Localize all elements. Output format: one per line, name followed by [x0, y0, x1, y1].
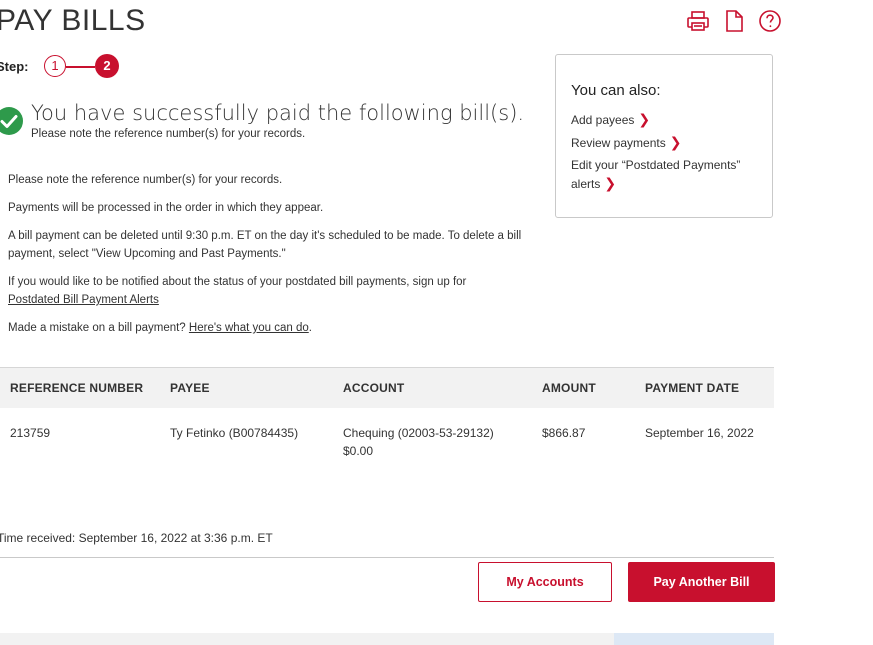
chevron-right-icon: ❯ [604, 175, 617, 191]
heres-what-you-can-do-link[interactable]: Here's what you can do [189, 322, 309, 334]
success-check-icon [0, 106, 24, 136]
divider [0, 557, 774, 558]
help-icon[interactable] [758, 9, 782, 33]
postdated-alerts-link[interactable]: Postdated Bill Payment Alerts [8, 294, 159, 306]
step-1-indicator: 1 [44, 55, 66, 77]
step-2-indicator-active: 2 [95, 54, 119, 78]
add-payees-label: Add payees [571, 113, 635, 127]
pay-another-bill-button[interactable]: Pay Another Bill [628, 562, 775, 602]
info-mistake-period: . [308, 322, 312, 334]
document-icon[interactable] [722, 9, 746, 33]
step-connector [66, 66, 95, 68]
cell-account-balance: $0.00 [343, 444, 374, 458]
info-alerts-text: If you would like to be notified about t… [8, 276, 467, 288]
cell-payee: Ty Fetinko (B00784435) [170, 426, 299, 440]
edit-postdated-alerts-link[interactable]: Edit your “Postdated Payments” alerts ❯ [571, 156, 761, 193]
success-title: You have successfully paid the following… [31, 101, 525, 125]
chevron-right-icon: ❯ [669, 134, 682, 150]
step-label: Step: [0, 59, 29, 74]
stepper: 1 2 [44, 54, 124, 81]
info-mistake-text: Made a mistake on a bill payment? [8, 322, 186, 334]
cell-amount: $866.87 [542, 426, 586, 440]
add-payees-link[interactable]: Add payees ❯ [571, 110, 650, 129]
col-header-reference: REFERENCE NUMBER [10, 381, 144, 395]
info-delete-instructions: A bill payment can be deleted until 9:30… [8, 230, 522, 260]
you-can-also-panel: You can also: Add payees ❯ Review payment… [555, 54, 773, 218]
footer-strip-highlight [614, 633, 774, 645]
col-header-payee: PAYEE [170, 381, 210, 395]
review-payments-label: Review payments [571, 136, 666, 150]
col-header-amount: AMOUNT [542, 381, 596, 395]
info-alerts-paragraph: If you would like to be notified about t… [8, 273, 528, 309]
my-accounts-button[interactable]: My Accounts [478, 562, 612, 602]
col-header-account: ACCOUNT [343, 381, 405, 395]
cell-payment-date: September 16, 2022 [645, 426, 754, 440]
cell-account-name: Chequing (02003-53-29132) [343, 426, 494, 440]
cell-account: Chequing (02003-53-29132) $0.00 [343, 424, 494, 460]
edit-postdated-alerts-label: Edit your “Postdated Payments” alerts [571, 158, 741, 191]
info-mistake-paragraph: Made a mistake on a bill payment? Here's… [8, 319, 528, 337]
chevron-right-icon: ❯ [638, 111, 651, 127]
info-reference-note: Please note the reference number(s) for … [8, 174, 283, 186]
time-received: Time received: September 16, 2022 at 3:3… [0, 531, 273, 545]
cell-reference: 213759 [10, 426, 51, 440]
you-can-also-title: You can also: [571, 82, 661, 99]
success-subtitle: Please note the reference number(s) for … [31, 128, 306, 140]
page-title: PAY BILLS [0, 4, 146, 37]
col-header-payment-date: PAYMENT DATE [645, 381, 740, 395]
footer-strip [0, 633, 614, 645]
info-processing-order: Payments will be processed in the order … [8, 202, 324, 214]
payments-table-header: REFERENCE NUMBER PAYEE ACCOUNT AMOUNT PA… [0, 367, 774, 408]
review-payments-link[interactable]: Review payments ❯ [571, 133, 681, 152]
print-icon[interactable] [686, 9, 710, 33]
